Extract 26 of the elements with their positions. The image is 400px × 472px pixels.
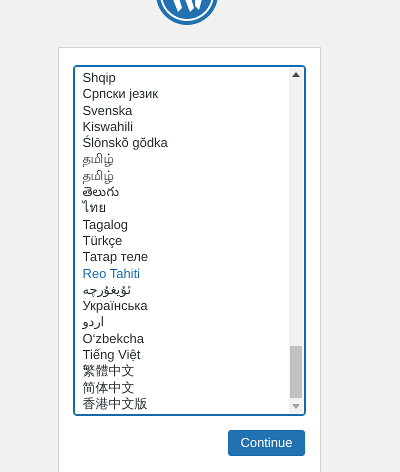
language-option[interactable]: Tagalog xyxy=(82,216,288,233)
language-option[interactable]: தமிழ் xyxy=(82,151,288,168)
language-option[interactable]: Ślōnskŏ gŏdka xyxy=(82,135,288,152)
language-option[interactable]: Українська xyxy=(82,298,288,314)
scroll-up-icon[interactable] xyxy=(292,72,300,77)
scroll-down-icon[interactable] xyxy=(292,404,300,409)
language-option[interactable]: Shqip xyxy=(82,70,288,86)
language-option[interactable]: 香港中文版 xyxy=(82,396,288,412)
language-option[interactable]: Türkçe xyxy=(82,232,288,250)
continue-button[interactable]: Continue xyxy=(228,430,304,456)
language-option[interactable]: தமிழ் xyxy=(82,168,288,184)
scrollbar-thumb[interactable] xyxy=(290,346,302,398)
language-option[interactable]: తెలుగు xyxy=(82,184,288,200)
language-option[interactable]: O‘zbekcha xyxy=(82,330,288,348)
scrollbar[interactable] xyxy=(288,68,302,413)
language-option[interactable]: Татар теле xyxy=(82,249,288,266)
language-option[interactable]: ไทย xyxy=(82,200,288,217)
language-option[interactable]: Српски језик xyxy=(82,86,288,103)
language-option[interactable]: Reo Tahiti xyxy=(82,266,288,282)
language-option[interactable]: Svenska xyxy=(82,102,288,119)
language-option[interactable]: ئۇيغۇرچە xyxy=(82,282,288,298)
language-option[interactable]: 繁體中文 xyxy=(82,363,288,380)
language-option[interactable]: Tiếng Việt xyxy=(82,347,288,364)
language-option[interactable]: اردو xyxy=(82,314,288,331)
language-option[interactable]: 简体中文 xyxy=(82,380,288,396)
language-option[interactable]: Kiswahili xyxy=(82,118,288,136)
